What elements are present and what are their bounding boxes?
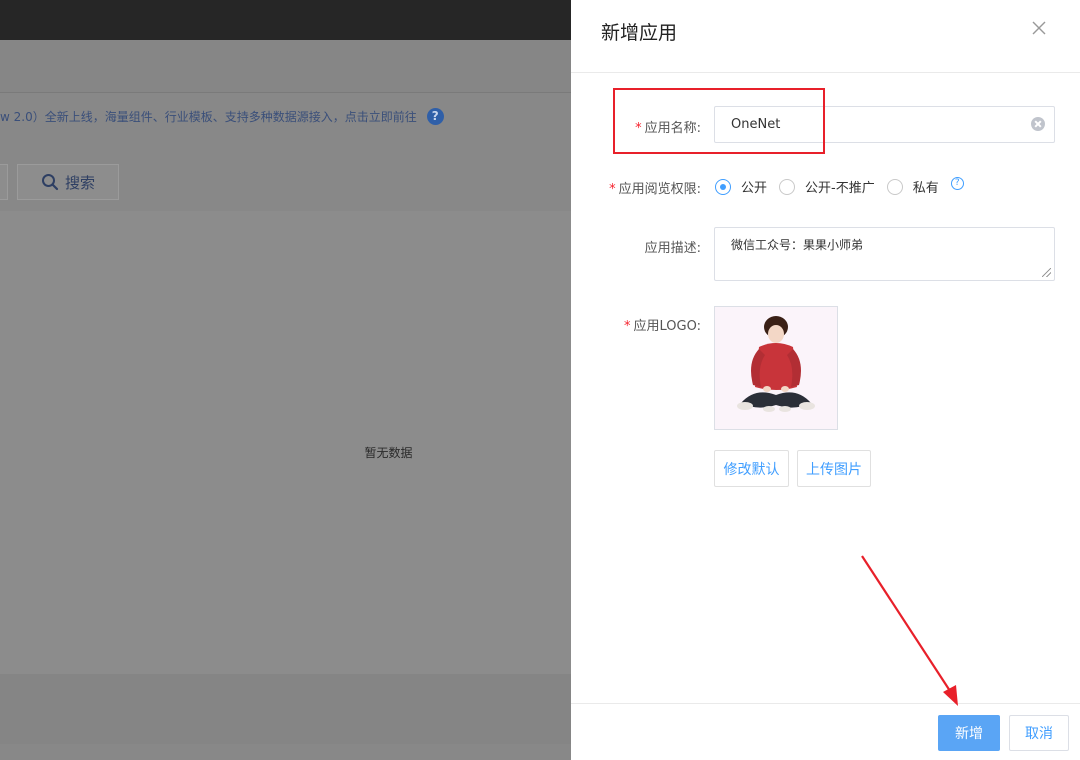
app-permission-label: * 应用阅览权限: [609,182,701,197]
clear-icon[interactable] [1031,117,1045,131]
radio-private-label[interactable]: 私有 [913,177,939,196]
search-button: 搜索 [17,164,119,200]
required-star: * [609,182,616,197]
notice-text: w 2.0）全新上线，海量组件、行业模板、支持多种数据源接入，点击立即前往 [0,110,417,124]
radio-private[interactable] [886,178,903,195]
search-icon [41,174,59,191]
resize-handle-icon[interactable] [1042,268,1051,277]
radio-public-label[interactable]: 公开 [741,177,767,196]
close-icon[interactable] [1029,18,1049,38]
page-footer-band [0,674,571,744]
help-icon: ? [426,108,444,125]
app-description-label: 应用描述: [644,241,701,256]
upload-image-button[interactable]: 上传图片 [797,450,871,487]
background-page: w 2.0）全新上线，海量组件、行业模板、支持多种数据源接入，点击立即前往? 搜… [0,0,571,760]
radio-public-unpromoted[interactable] [779,178,796,195]
required-star: * [624,319,631,334]
notice-banner: w 2.0）全新上线，海量组件、行业模板、支持多种数据源接入，点击立即前往? [0,108,571,128]
page-header-band [0,40,571,92]
drawer-title: 新增应用 [601,22,678,44]
submit-add-button[interactable]: 新增 [938,715,1000,751]
logo-illustration-icon [737,316,815,412]
app-description-text: 微信工众号：果果小师弟 [731,238,864,252]
radio-public-unpromoted-label[interactable]: 公开-不推广 [805,177,875,196]
data-table [0,211,571,674]
help-icon[interactable]: ? [950,177,964,190]
app-logo-preview [714,306,838,430]
cancel-button[interactable]: 取消 [1009,715,1069,751]
drawer-header: 新增应用 [571,0,1080,73]
top-navigation-bar [0,0,571,40]
new-app-drawer: 新增应用 *应用名称: *应用阅览权限: 公开 公开-不推广 私有 ? 应用描述… [571,0,1080,760]
radio-public[interactable] [715,178,731,195]
annotation-highlight-box [613,88,825,154]
search-button-label: 搜索 [64,173,95,192]
search-input [0,164,8,200]
drawer-footer [571,703,1080,760]
divider [0,92,571,93]
permission-radio-group: 公开 公开-不推广 私有 ? [715,177,964,196]
modify-default-button[interactable]: 修改默认 [714,450,789,487]
app-description-textarea[interactable]: 微信工众号：果果小师弟 [714,227,1055,281]
app-logo-label: * 应用LOGO: [624,319,701,334]
